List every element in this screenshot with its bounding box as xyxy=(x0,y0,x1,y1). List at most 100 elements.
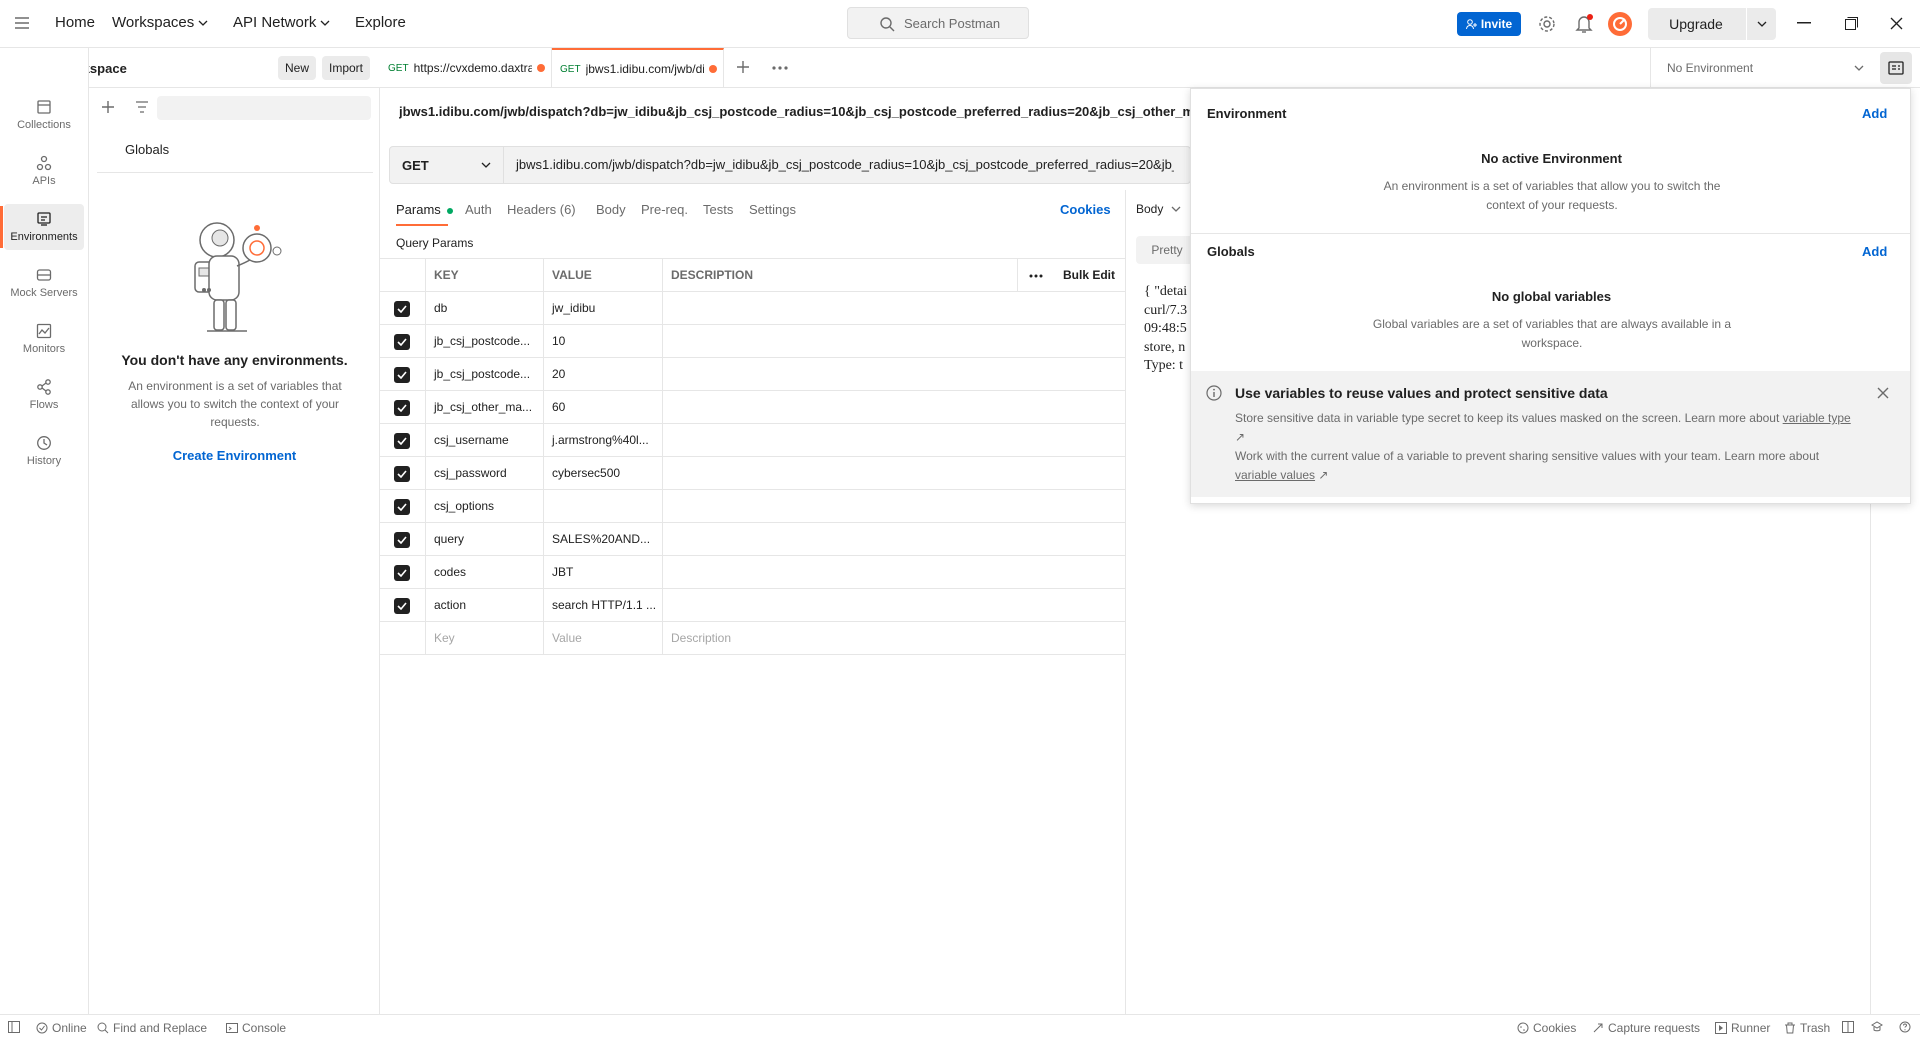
param-description[interactable] xyxy=(662,292,1125,325)
param-key[interactable]: jb_csj_postcode... xyxy=(425,325,543,358)
bootcamp-icon[interactable] xyxy=(1871,1021,1883,1033)
param-value[interactable] xyxy=(543,490,662,523)
param-description[interactable] xyxy=(662,424,1125,457)
add-global-link[interactable]: Add xyxy=(1862,244,1887,259)
environment-quick-look-button[interactable] xyxy=(1880,52,1912,84)
bulk-edit-button[interactable]: Bulk Edit xyxy=(1053,259,1125,292)
param-description[interactable] xyxy=(662,523,1125,556)
tab-auth[interactable]: Auth xyxy=(465,202,492,217)
nav-explore[interactable]: Explore xyxy=(355,14,406,31)
request-title[interactable]: jbws1.idibu.com/jwb/dispatch?db=jw_idibu… xyxy=(399,104,1191,119)
settings-gear-icon[interactable] xyxy=(1538,15,1556,33)
sidebar-item-mock-servers[interactable]: Mock Servers xyxy=(4,260,84,306)
param-key[interactable]: db xyxy=(425,292,543,325)
add-environment-link[interactable]: Add xyxy=(1862,106,1887,121)
row-checkbox[interactable] xyxy=(380,424,424,457)
upgrade-dropdown[interactable] xyxy=(1746,8,1776,40)
find-and-replace[interactable]: Find and Replace xyxy=(97,1021,207,1035)
upgrade-button[interactable]: Upgrade xyxy=(1648,8,1776,40)
menu-icon[interactable] xyxy=(14,16,30,30)
close-window-icon[interactable] xyxy=(1890,17,1903,30)
description-input[interactable]: Description xyxy=(662,622,1125,655)
nav-home[interactable]: Home xyxy=(55,14,95,31)
row-checkbox[interactable] xyxy=(380,325,424,358)
row-checkbox[interactable] xyxy=(380,457,424,490)
param-key[interactable]: query xyxy=(425,523,543,556)
url-input[interactable]: jbws1.idibu.com/jwb/dispatch?db=jw_idibu… xyxy=(504,147,1174,183)
add-icon[interactable] xyxy=(101,100,115,114)
tab-prereq[interactable]: Pre-req. xyxy=(641,202,688,217)
close-icon[interactable] xyxy=(1877,387,1889,399)
param-key[interactable]: csj_username xyxy=(425,424,543,457)
row-checkbox[interactable] xyxy=(380,490,424,523)
param-value[interactable]: 10 xyxy=(543,325,662,358)
param-description[interactable] xyxy=(662,358,1125,391)
method-select[interactable]: GET xyxy=(390,147,504,183)
environment-selector[interactable]: No Environment xyxy=(1650,48,1880,88)
tab-params[interactable]: Params xyxy=(396,202,454,217)
search-input[interactable]: Search Postman xyxy=(847,7,1029,39)
request-tab-1[interactable]: GET https://cvxdemo.daxtra xyxy=(380,48,552,88)
sidebar-item-flows[interactable]: Flows xyxy=(4,372,84,418)
param-value[interactable]: 20 xyxy=(543,358,662,391)
param-key[interactable]: codes xyxy=(425,556,543,589)
tab-body[interactable]: Body xyxy=(596,202,626,217)
row-checkbox[interactable] xyxy=(380,292,424,325)
row-checkbox[interactable] xyxy=(380,391,424,424)
row-checkbox[interactable] xyxy=(380,589,424,622)
console-button[interactable]: Console xyxy=(226,1021,286,1035)
param-description[interactable] xyxy=(662,325,1125,358)
notifications-bell-icon[interactable] xyxy=(1575,14,1593,34)
response-body-dropdown[interactable]: Body xyxy=(1136,202,1181,216)
avatar[interactable] xyxy=(1608,12,1632,36)
more-tabs-icon[interactable] xyxy=(772,66,788,70)
param-value[interactable]: SALES%20AND... xyxy=(543,523,662,556)
param-value[interactable]: cybersec500 xyxy=(543,457,662,490)
param-value[interactable]: j.armstrong%40l... xyxy=(543,424,662,457)
tab-tests[interactable]: Tests xyxy=(703,202,733,217)
online-status[interactable]: Online xyxy=(36,1021,87,1035)
filter-icon[interactable] xyxy=(135,101,149,113)
nav-workspaces[interactable]: Workspaces xyxy=(112,14,208,31)
param-description[interactable] xyxy=(662,391,1125,424)
runner-button[interactable]: Runner xyxy=(1715,1021,1770,1035)
cookies-button[interactable]: Cookies xyxy=(1517,1021,1576,1035)
sidebar-item-monitors[interactable]: Monitors xyxy=(4,316,84,362)
sidebar-item-history[interactable]: History xyxy=(4,428,84,474)
more-options-icon[interactable] xyxy=(1017,259,1053,292)
environment-search-input[interactable] xyxy=(157,96,371,120)
create-environment-link[interactable]: Create Environment xyxy=(89,448,380,463)
param-key[interactable]: jb_csj_postcode... xyxy=(425,358,543,391)
new-button[interactable]: New xyxy=(278,56,316,80)
pretty-button[interactable]: Pretty xyxy=(1136,236,1198,264)
variable-type-link[interactable]: variable type xyxy=(1783,411,1851,425)
sidebar-item-apis[interactable]: APIs xyxy=(4,148,84,194)
param-description[interactable] xyxy=(662,490,1125,523)
param-key[interactable]: action xyxy=(425,589,543,622)
row-checkbox[interactable] xyxy=(380,523,424,556)
param-key[interactable]: csj_options xyxy=(425,490,543,523)
sidebar-item-collections[interactable]: Collections xyxy=(4,92,84,138)
import-button[interactable]: Import xyxy=(322,56,370,80)
trash-button[interactable]: Trash xyxy=(1784,1021,1830,1035)
row-checkbox[interactable] xyxy=(380,358,424,391)
value-input[interactable]: Value xyxy=(543,622,662,655)
request-tab-2[interactable]: GET jbws1.idibu.com/jwb/di xyxy=(552,48,724,88)
new-tab-plus-icon[interactable] xyxy=(736,60,750,74)
param-value[interactable]: jw_idibu xyxy=(543,292,662,325)
variable-values-link[interactable]: variable values xyxy=(1235,468,1315,482)
param-key[interactable]: csj_password xyxy=(425,457,543,490)
param-description[interactable] xyxy=(662,589,1125,622)
cookies-link[interactable]: Cookies xyxy=(1060,202,1111,217)
param-value[interactable]: search HTTP/1.1 ... xyxy=(543,589,662,622)
param-value[interactable]: JBT xyxy=(543,556,662,589)
key-input[interactable]: Key xyxy=(425,622,543,655)
tab-headers[interactable]: Headers (6) xyxy=(507,202,576,217)
sidebar-item-environments[interactable]: Environments xyxy=(0,204,84,250)
capture-requests-button[interactable]: Capture requests xyxy=(1592,1021,1700,1035)
invite-button[interactable]: Invite xyxy=(1457,12,1521,36)
help-icon[interactable] xyxy=(1899,1021,1911,1033)
row-checkbox[interactable] xyxy=(380,556,424,589)
restore-icon[interactable] xyxy=(1845,17,1858,30)
param-description[interactable] xyxy=(662,457,1125,490)
